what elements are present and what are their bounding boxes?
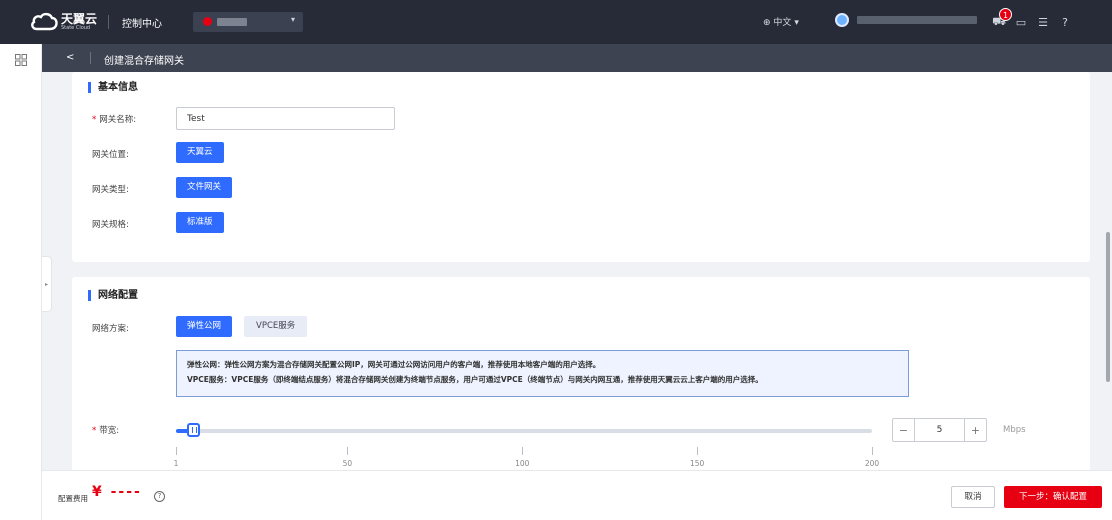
region-select[interactable]: ▾ bbox=[193, 12, 303, 32]
console-link[interactable]: 控制中心 bbox=[122, 15, 162, 30]
gateway-spec-label: 网关规格: bbox=[92, 220, 129, 230]
slider-tick-label: 100 bbox=[515, 459, 530, 468]
section-title-basic: 基本信息 bbox=[88, 82, 138, 93]
brand-text: 天翼云 State Cloud bbox=[61, 13, 97, 31]
section-title-network: 网络配置 bbox=[88, 290, 138, 301]
page-scrollbar[interactable] bbox=[1105, 72, 1111, 470]
user-menu[interactable] bbox=[835, 13, 977, 27]
caret-right-icon: ▸ bbox=[44, 280, 48, 288]
type-option-file-gateway[interactable]: 文件网关 bbox=[176, 177, 233, 198]
left-sidebar bbox=[0, 44, 42, 520]
basic-info-card: 基本信息 *网关名称: 网关位置: 天翼云 网关类型: 文件网关 网关规格: 标… bbox=[72, 72, 1090, 262]
user-name-redacted bbox=[857, 16, 977, 24]
bandwidth-unit: Mbps bbox=[1003, 425, 1026, 435]
slider-tick-label: 150 bbox=[689, 459, 705, 468]
footer-bar: 配置费用 ¥ ---- ? 取消 下一步：确认配置 bbox=[42, 470, 1112, 520]
settings-button[interactable]: ☰ bbox=[1032, 11, 1054, 33]
network-config-card: 网络配置 网络方案: 弹性公网 VPCE服务 弹性公网：弹性公网方案为混合存储网… bbox=[72, 277, 1090, 477]
topbar-icons: ⛟ 1 ▭ ☰ ? bbox=[988, 8, 1076, 33]
bandwidth-value[interactable]: 5 bbox=[915, 419, 964, 441]
help-button[interactable]: ? bbox=[1054, 11, 1076, 33]
next-confirm-button[interactable]: 下一步：确认配置 bbox=[1004, 486, 1102, 508]
language-select[interactable]: ⊕ 中文 ▾ bbox=[763, 15, 799, 28]
required-mark: * bbox=[92, 426, 97, 436]
location-pin-icon bbox=[203, 17, 212, 26]
cart-button[interactable]: ⛟ 1 bbox=[988, 8, 1012, 33]
network-plan-info-box: 弹性公网：弹性公网方案为混合存储网关配置公网IP，网关可通过公网访问用户的客户端… bbox=[176, 350, 909, 397]
spec-option-standard[interactable]: 标准版 bbox=[176, 212, 224, 233]
info-elastic-ip: 弹性公网：弹性公网方案为混合存储网关配置公网IP，网关可通过公网访问用户的客户端… bbox=[187, 360, 601, 369]
topbar-divider bbox=[108, 15, 109, 29]
gateway-location-label: 网关位置: bbox=[92, 150, 129, 160]
bandwidth-slider-handle[interactable] bbox=[186, 423, 200, 437]
bandwidth-label: * 带宽: bbox=[92, 426, 120, 436]
chevron-down-icon: ▾ bbox=[290, 15, 295, 24]
location-option-tianyiyun[interactable]: 天翼云 bbox=[176, 142, 224, 163]
grid-icon[interactable] bbox=[15, 54, 27, 66]
slider-tick bbox=[872, 447, 873, 455]
brand-name-en: State Cloud bbox=[61, 25, 91, 31]
network-plan-label: 网络方案: bbox=[92, 324, 129, 334]
sidebar-expand-toggle[interactable]: ▸ bbox=[42, 256, 52, 312]
plus-icon: + bbox=[970, 423, 981, 437]
slider-tick bbox=[176, 447, 177, 455]
required-mark: * bbox=[92, 115, 97, 125]
slider-tick-label: 1 bbox=[173, 459, 179, 468]
plan-option-vpce[interactable]: VPCE服务 bbox=[244, 316, 308, 337]
header-divider bbox=[90, 52, 91, 64]
sliders-icon: ☰ bbox=[1038, 15, 1048, 29]
bandwidth-stepper[interactable]: − 5 + bbox=[892, 418, 987, 442]
slider-tick-label: 50 bbox=[342, 459, 353, 468]
help-icon: ? bbox=[1062, 15, 1068, 29]
scrollbar-thumb[interactable] bbox=[1106, 232, 1110, 382]
chevron-down-icon: ▾ bbox=[794, 18, 799, 28]
slider-tick bbox=[697, 447, 699, 455]
region-name-redacted bbox=[217, 18, 247, 26]
message-icon: ▭ bbox=[1015, 15, 1027, 29]
back-button[interactable]: < bbox=[66, 52, 74, 63]
fee-value: ¥ ---- bbox=[92, 484, 142, 500]
page-header: < 创建混合存储网关 bbox=[42, 44, 1112, 72]
gateway-name-label: * 网关名称: bbox=[92, 115, 137, 125]
cancel-button[interactable]: 取消 bbox=[951, 486, 995, 508]
slider-tick-label: 200 bbox=[864, 459, 880, 468]
brand-name-cn: 天翼云 bbox=[61, 12, 98, 26]
question-circle-icon[interactable]: ? bbox=[154, 491, 165, 502]
fee-label: 配置费用 bbox=[58, 494, 88, 503]
globe-icon: ⊕ bbox=[763, 18, 771, 28]
increment-button[interactable]: + bbox=[964, 419, 986, 441]
bandwidth-slider-track[interactable] bbox=[176, 429, 872, 433]
cloud-logo-icon bbox=[31, 12, 58, 31]
slider-tick bbox=[522, 447, 524, 455]
language-label: 中文 bbox=[773, 18, 792, 28]
gateway-type-label: 网关类型: bbox=[92, 185, 129, 195]
brand-logo[interactable]: 天翼云 State Cloud bbox=[30, 12, 97, 32]
top-navigation-bar: 天翼云 State Cloud 控制中心 ▾ ⊕ 中文 ▾ ⛟ 1 ▭ ☰ ? bbox=[0, 0, 1112, 44]
plan-option-elastic-ip[interactable]: 弹性公网 bbox=[176, 316, 233, 337]
info-vpce: VPCE服务：VPCE服务（即终端结点服务）将混合存储网关创建为终端节点服务，用… bbox=[187, 375, 763, 384]
minus-icon: − bbox=[898, 423, 909, 437]
gateway-name-input[interactable] bbox=[176, 107, 395, 130]
decrement-button[interactable]: − bbox=[893, 419, 915, 441]
page-title: 创建混合存储网关 bbox=[104, 56, 184, 67]
slider-tick bbox=[347, 447, 349, 455]
message-button[interactable]: ▭ bbox=[1010, 11, 1032, 33]
avatar bbox=[835, 13, 849, 27]
